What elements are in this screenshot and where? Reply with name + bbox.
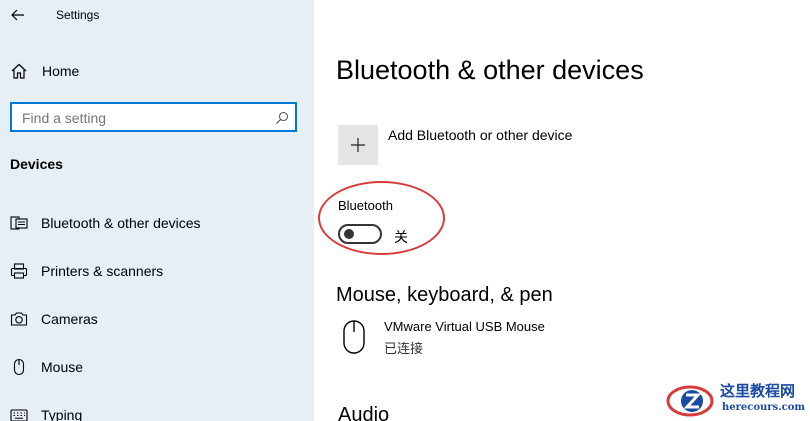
back-button[interactable]: [6, 3, 30, 27]
site-logo-icon: [666, 385, 714, 417]
sidebar-item-cameras[interactable]: Cameras: [0, 299, 314, 339]
sidebar-item-label: Cameras: [41, 311, 98, 327]
plus-icon: [351, 138, 365, 152]
sidebar-item-label: Mouse: [41, 359, 84, 375]
highlight-annotation: [318, 181, 445, 255]
search-input[interactable]: [22, 109, 272, 127]
search-box[interactable]: [10, 102, 297, 132]
watermark-url: herecours.com: [722, 402, 806, 413]
search-icon[interactable]: [275, 111, 289, 125]
sidebar-item-label: Bluetooth & other devices: [41, 215, 201, 231]
watermark-title: 这里教程网: [720, 382, 796, 400]
camera-icon: [10, 310, 28, 328]
sidebar-item-bluetooth[interactable]: Bluetooth & other devices: [0, 203, 314, 243]
home-icon: [10, 62, 28, 80]
bluetooth-state-label: 关: [394, 229, 408, 245]
mouse-icon: [343, 320, 365, 354]
sidebar-item-printers[interactable]: Printers & scanners: [0, 251, 314, 291]
device-name: VMware Virtual USB Mouse: [384, 319, 545, 334]
sidebar-item-label: Typing: [41, 407, 83, 421]
printer-icon: [10, 262, 28, 280]
section-title-devices: Devices: [10, 156, 63, 172]
back-arrow-icon: [11, 9, 24, 21]
page-title: Bluetooth & other devices: [336, 55, 644, 85]
mouse-icon: [10, 358, 28, 376]
bluetooth-devices-icon: [10, 214, 28, 232]
sidebar-item-mouse[interactable]: Mouse: [0, 347, 314, 387]
nav-home[interactable]: Home: [0, 51, 314, 91]
device-status: 已连接: [384, 341, 424, 356]
add-device-label[interactable]: Add Bluetooth or other device: [388, 127, 572, 143]
device-item[interactable]: VMware Virtual USB Mouse 已连接: [336, 318, 636, 358]
title-bar: Settings: [0, 0, 314, 30]
bluetooth-label: Bluetooth: [338, 198, 393, 213]
sidebar-item-typing[interactable]: Typing: [0, 395, 314, 421]
nav-home-label: Home: [42, 63, 80, 79]
section-title-audio: Audio: [338, 404, 390, 421]
toggle-knob: [344, 229, 354, 239]
sidebar: Settings Home Devices Bluetooth & other …: [0, 0, 314, 421]
main-content: Bluetooth & other devices Add Bluetooth …: [314, 0, 810, 421]
add-device-button[interactable]: [338, 125, 378, 165]
bluetooth-toggle[interactable]: [338, 224, 382, 244]
sidebar-item-label: Printers & scanners: [41, 263, 164, 279]
app-title: Settings: [56, 8, 100, 22]
keyboard-icon: [10, 406, 28, 421]
section-title-mouse-keyboard-pen: Mouse, keyboard, & pen: [336, 284, 553, 306]
watermark: 这里教程网 herecours.com: [664, 377, 810, 421]
